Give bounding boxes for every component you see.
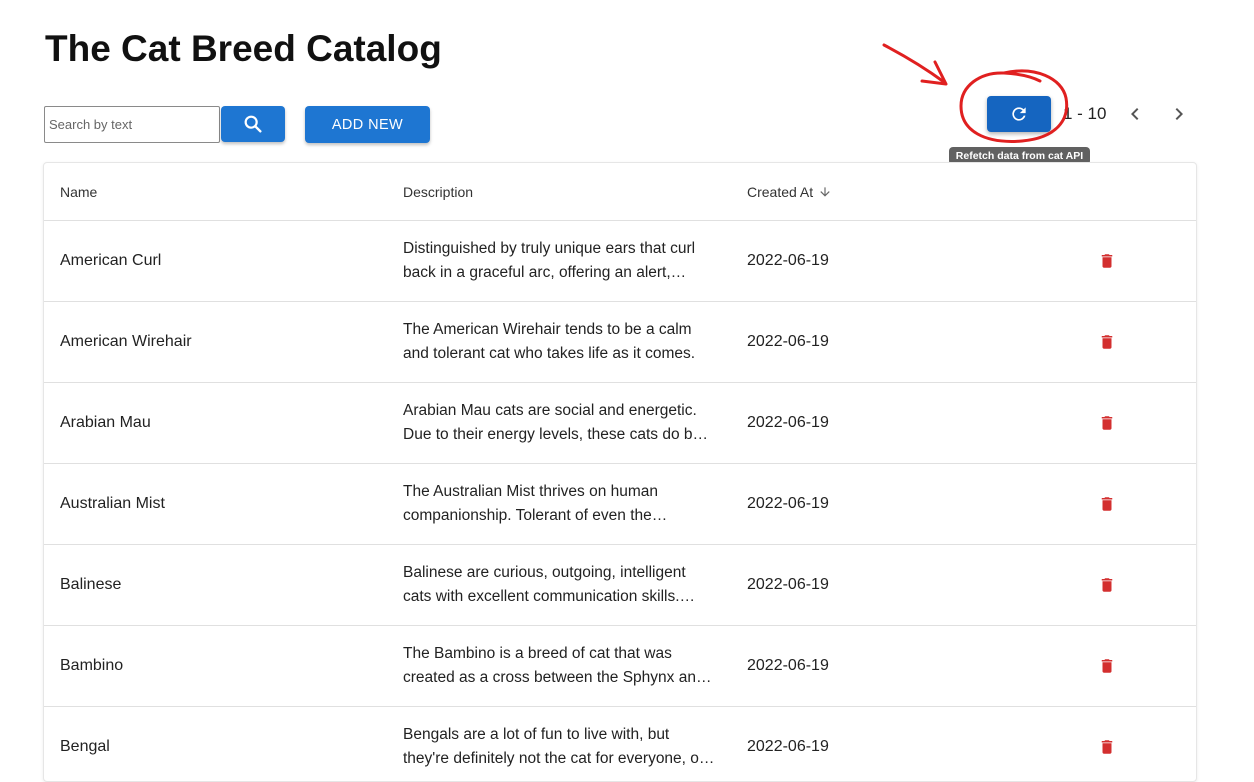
delete-button[interactable] <box>1094 571 1120 599</box>
breed-created-at: 2022-06-19 <box>747 252 829 269</box>
search-input[interactable] <box>44 106 220 143</box>
delete-button[interactable] <box>1094 490 1120 518</box>
breed-description: Arabian Mau cats are social and energeti… <box>403 402 714 443</box>
breed-created-at: 2022-06-19 <box>747 576 829 593</box>
breed-description: The Australian Mist thrives on human com… <box>403 483 659 524</box>
refresh-icon <box>1012 107 1026 121</box>
column-header-description[interactable]: Description <box>403 184 473 200</box>
trash-icon <box>1101 740 1113 754</box>
search-button[interactable] <box>221 106 285 142</box>
breed-created-at: 2022-06-19 <box>747 738 829 755</box>
table-row[interactable]: Australian Mist The Australian Mist thri… <box>44 464 1196 545</box>
arrow-down-icon <box>820 187 830 197</box>
delete-button[interactable] <box>1094 409 1120 437</box>
breed-created-at: 2022-06-19 <box>747 333 829 350</box>
breed-description: Balinese are curious, outgoing, intellig… <box>403 564 686 605</box>
table-row[interactable]: Bengal Bengals are a lot of fun to live … <box>44 707 1196 781</box>
breed-created-at: 2022-06-19 <box>747 414 829 431</box>
chevron-right-icon <box>1175 108 1183 120</box>
trash-icon <box>1101 497 1113 511</box>
search-icon <box>244 115 262 133</box>
delete-button[interactable] <box>1094 652 1120 680</box>
pagination-range: 1 - 10 <box>1063 104 1107 123</box>
breed-created-at: 2022-06-19 <box>747 657 829 674</box>
delete-button[interactable] <box>1094 328 1120 356</box>
delete-button[interactable] <box>1094 733 1120 761</box>
table-row[interactable]: Balinese Balinese are curious, outgoing,… <box>44 545 1196 626</box>
delete-button[interactable] <box>1094 247 1120 275</box>
breed-name: Balinese <box>60 576 122 593</box>
refresh-button[interactable] <box>987 96 1051 132</box>
page-title: The Cat Breed Catalog <box>45 28 442 69</box>
chevron-left-icon <box>1131 108 1139 120</box>
breeds-table: Name Description Created At American Cur… <box>43 162 1197 782</box>
table-header: Name Description Created At <box>44 163 1196 221</box>
table-row[interactable]: Bambino The Bambino is a breed of cat th… <box>44 626 1196 707</box>
annotation-arrow <box>882 43 946 84</box>
table-row[interactable]: Arabian Mau Arabian Mau cats are social … <box>44 383 1196 464</box>
trash-icon <box>1101 578 1113 592</box>
breed-name: American Curl <box>60 252 162 269</box>
breed-description: The American Wirehair tends to be a calm… <box>403 321 696 362</box>
breed-name: Bengal <box>60 738 110 755</box>
breed-description: The Bambino is a breed of cat that was c… <box>403 645 705 686</box>
column-header-created-at[interactable]: Created At <box>747 184 832 200</box>
breed-name: American Wirehair <box>60 333 192 350</box>
column-header-name[interactable]: Name <box>60 184 97 200</box>
breed-description: Distinguished by truly unique ears that … <box>403 240 696 281</box>
next-page-button[interactable] <box>1165 100 1193 128</box>
breed-name: Bambino <box>60 657 124 674</box>
annotation-arrowhead <box>920 60 948 86</box>
breed-created-at: 2022-06-19 <box>747 495 829 512</box>
trash-icon <box>1101 416 1113 430</box>
table-row[interactable]: American Wirehair The American Wirehair … <box>44 302 1196 383</box>
add-new-button[interactable]: ADD NEW <box>305 106 430 143</box>
trash-icon <box>1101 254 1113 268</box>
breed-name: Australian Mist <box>60 495 165 512</box>
breed-name: Arabian Mau <box>60 414 151 431</box>
breed-description: Bengals are a lot of fun to live with, b… <box>403 726 705 767</box>
table-row[interactable]: American Curl Distinguished by truly uni… <box>44 221 1196 302</box>
prev-page-button[interactable] <box>1121 100 1149 128</box>
trash-icon <box>1101 335 1113 349</box>
column-header-created-at-label: Created At <box>747 184 814 200</box>
trash-icon <box>1101 659 1113 673</box>
